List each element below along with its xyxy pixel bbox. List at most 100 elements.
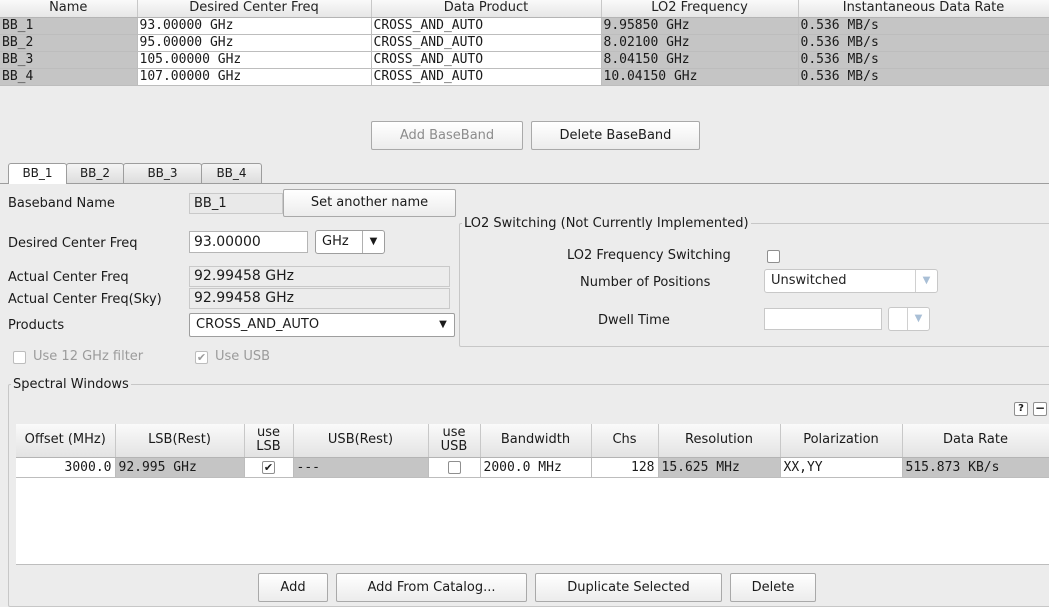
cell-resolution: 15.625 MHz xyxy=(658,457,781,478)
cell-data-product[interactable]: CROSS_AND_AUTO xyxy=(371,17,602,35)
use-12ghz-filter-label: Use 12 GHz filter xyxy=(33,349,144,364)
tab-bb-1[interactable]: BB_1 xyxy=(8,163,67,184)
cell-lsb-rest: 92.995 GHz xyxy=(115,457,245,478)
table-row[interactable]: BB_1 93.00000 GHz CROSS_AND_AUTO 9.95850… xyxy=(0,17,1049,35)
column-header-desired-center-freq[interactable]: Desired Center Freq xyxy=(137,0,372,18)
number-of-positions-label: Number of Positions xyxy=(580,275,711,290)
add-from-catalog-button[interactable]: Add From Catalog... xyxy=(336,573,527,602)
cell-data-rate: 0.536 MB/s xyxy=(798,68,1049,86)
cell-desired-freq[interactable]: 105.00000 GHz xyxy=(137,51,372,69)
duplicate-selected-button[interactable]: Duplicate Selected xyxy=(535,573,722,602)
cell-desired-freq[interactable]: 95.00000 GHz xyxy=(137,34,372,52)
delete-button[interactable]: Delete xyxy=(730,573,816,602)
column-header-name[interactable]: Name xyxy=(0,0,138,18)
tab-panel-border xyxy=(0,183,1049,184)
baseband-table: Name Desired Center Freq Data Product LO… xyxy=(0,0,1049,86)
help-icon[interactable]: ? xyxy=(1014,402,1028,416)
cell-data-rate: 0.536 MB/s xyxy=(798,34,1049,52)
use-lsb-checkbox[interactable]: ✔ xyxy=(262,460,275,474)
number-of-positions-select[interactable]: Unswitched ▼ xyxy=(764,269,938,293)
column-header-offset[interactable]: Offset (MHz) xyxy=(16,424,116,458)
column-header-data-product[interactable]: Data Product xyxy=(371,0,602,18)
spectral-table-header: Offset (MHz) LSB(Rest) use LSB USB(Rest)… xyxy=(16,424,1049,458)
delete-baseband-button[interactable]: Delete BaseBand xyxy=(531,121,700,150)
tab-bb-2[interactable]: BB_2 xyxy=(66,163,124,183)
cell-lo2-freq: 8.04150 GHz xyxy=(601,51,799,69)
table-row[interactable]: BB_3 105.00000 GHz CROSS_AND_AUTO 8.0415… xyxy=(0,51,1049,69)
add-button[interactable]: Add xyxy=(258,573,328,602)
frequency-unit-select[interactable]: GHz ▼ xyxy=(315,230,385,254)
column-header-use-lsb[interactable]: use LSB xyxy=(244,424,294,458)
cell-chs[interactable]: 128 xyxy=(591,457,659,478)
column-header-usb-rest[interactable]: USB(Rest) xyxy=(293,424,429,458)
column-header-use-usb[interactable]: use USB xyxy=(428,424,481,458)
column-header-bandwidth[interactable]: Bandwidth xyxy=(480,424,592,458)
column-header-resolution[interactable]: Resolution xyxy=(658,424,781,458)
actual-center-freq-label: Actual Center Freq xyxy=(8,270,129,285)
add-baseband-button[interactable]: Add BaseBand xyxy=(371,121,523,150)
cell-name[interactable]: BB_2 xyxy=(0,34,138,52)
cell-data-rate: 0.536 MB/s xyxy=(798,17,1049,35)
cell-data-rate: 515.873 KB/s xyxy=(902,457,1049,478)
column-header-lsb-rest[interactable]: LSB(Rest) xyxy=(115,424,245,458)
baseband-table-header: Name Desired Center Freq Data Product LO… xyxy=(0,0,1049,18)
table-row[interactable]: BB_4 107.00000 GHz CROSS_AND_AUTO 10.041… xyxy=(0,68,1049,86)
baseband-name-label: Baseband Name xyxy=(8,196,115,211)
cell-data-product[interactable]: CROSS_AND_AUTO xyxy=(371,68,602,86)
tab-bb-4[interactable]: BB_4 xyxy=(201,163,262,183)
cell-polarization[interactable]: XX,YY xyxy=(780,457,903,478)
cell-data-rate: 0.536 MB/s xyxy=(798,51,1049,69)
column-header-chs[interactable]: Chs xyxy=(591,424,659,458)
use-usb-checkbox[interactable]: ✔ xyxy=(195,351,208,364)
lo2-switching-group: LO2 Switching (Not Currently Implemented… xyxy=(459,216,1049,347)
cell-bandwidth[interactable]: 2000.0 MHz xyxy=(480,457,592,478)
lo2-frequency-switching-checkbox[interactable] xyxy=(767,250,780,263)
cell-usb-rest: --- xyxy=(293,457,429,478)
chevron-down-icon: ▼ xyxy=(915,270,937,292)
cell-name[interactable]: BB_4 xyxy=(0,68,138,86)
cell-use-lsb[interactable]: ✔ xyxy=(244,457,294,478)
cell-desired-freq[interactable]: 93.00000 GHz xyxy=(137,17,372,35)
cell-name[interactable]: BB_1 xyxy=(0,17,138,35)
use-usb-row-checkbox[interactable] xyxy=(447,460,461,474)
dwell-time-input[interactable] xyxy=(764,308,882,330)
column-header-data-rate[interactable]: Data Rate xyxy=(902,424,1049,458)
cell-lo2-freq: 8.02100 GHz xyxy=(601,34,799,52)
table-row[interactable]: 3000.0 92.995 GHz ✔ --- 2000.0 MHz 128 1… xyxy=(16,457,1049,478)
dwell-time-label: Dwell Time xyxy=(598,313,670,328)
lo2-switching-legend: LO2 Switching (Not Currently Implemented… xyxy=(464,216,749,231)
chevron-down-icon: ▼ xyxy=(907,308,929,330)
set-another-name-button[interactable]: Set another name xyxy=(283,189,456,217)
products-select[interactable]: CROSS_AND_AUTO ▼ xyxy=(189,313,455,337)
cell-use-usb[interactable] xyxy=(428,457,481,478)
baseband-name-field: BB_1 xyxy=(189,193,283,214)
cell-lo2-freq: 9.95850 GHz xyxy=(601,17,799,35)
actual-center-freq-value: 92.99458 GHz xyxy=(189,266,450,287)
cell-data-product[interactable]: CROSS_AND_AUTO xyxy=(371,34,602,52)
dwell-time-unit-select[interactable]: ▼ xyxy=(888,307,930,331)
cell-data-product[interactable]: CROSS_AND_AUTO xyxy=(371,51,602,69)
use-12ghz-filter-checkbox[interactable] xyxy=(13,351,26,364)
cell-offset[interactable]: 3000.0 xyxy=(16,457,116,478)
frequency-unit-value: GHz xyxy=(322,234,349,249)
actual-center-freq-sky-label: Actual Center Freq(Sky) xyxy=(8,292,162,307)
actual-center-freq-sky-value: 92.99458 GHz xyxy=(189,288,450,309)
column-header-lo2-frequency[interactable]: LO2 Frequency xyxy=(601,0,799,18)
number-of-positions-value: Unswitched xyxy=(771,273,847,288)
tab-bb-3[interactable]: BB_3 xyxy=(123,163,202,183)
collapse-icon[interactable]: − xyxy=(1033,402,1047,416)
lo2-frequency-switching-label: LO2 Frequency Switching xyxy=(567,248,731,263)
cell-name[interactable]: BB_3 xyxy=(0,51,138,69)
column-header-data-rate[interactable]: Instantaneous Data Rate xyxy=(798,0,1049,18)
spectral-windows-legend: Spectral Windows xyxy=(13,377,129,392)
use-usb-label: Use USB xyxy=(215,349,271,364)
desired-center-freq-label: Desired Center Freq xyxy=(8,236,138,251)
cell-lo2-freq: 10.04150 GHz xyxy=(601,68,799,86)
column-header-polarization[interactable]: Polarization xyxy=(780,424,903,458)
desired-center-freq-input[interactable]: 93.00000 xyxy=(189,231,308,253)
cell-desired-freq[interactable]: 107.00000 GHz xyxy=(137,68,372,86)
chevron-down-icon: ▼ xyxy=(362,231,384,253)
chevron-down-icon: ▼ xyxy=(439,319,447,330)
spectral-table-empty-area xyxy=(16,478,1049,565)
table-row[interactable]: BB_2 95.00000 GHz CROSS_AND_AUTO 8.02100… xyxy=(0,34,1049,52)
